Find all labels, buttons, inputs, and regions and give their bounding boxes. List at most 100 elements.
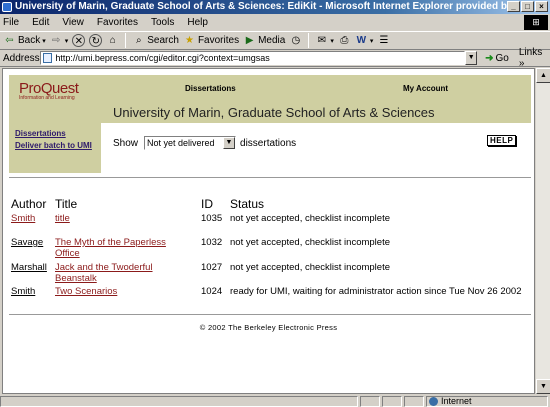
close-button[interactable]: ×	[535, 1, 548, 12]
history-button[interactable]: ◷	[289, 34, 302, 47]
status-cell	[404, 395, 424, 407]
refresh-icon: ↻	[89, 34, 103, 47]
address-input[interactable]: http://umi.bepress.com/cgi/editor.cgi?co…	[40, 51, 466, 65]
header-id: ID	[201, 197, 213, 211]
edit-dropdown-icon[interactable]: ▾	[370, 37, 374, 45]
status-filter-select[interactable]: Not yet delivered ▼	[144, 136, 237, 150]
status-filter-value: Not yet delivered	[147, 138, 215, 148]
header-author: Author	[11, 197, 47, 211]
menu-bar: File Edit View Favorites Tools Help ⊞	[0, 14, 550, 31]
window-controls: _ □ ×	[507, 1, 548, 12]
dissertation-id: 1027	[201, 262, 223, 273]
favorites-button[interactable]: ★ Favorites	[183, 34, 239, 47]
author-link[interactable]: Smith	[11, 286, 35, 297]
address-dropdown-button[interactable]: ▼	[465, 51, 478, 65]
dissertation-id: 1024	[201, 286, 223, 297]
search-label: Search	[147, 35, 179, 46]
print-button[interactable]: ⎙	[338, 34, 351, 47]
status-text	[0, 395, 358, 407]
divider	[9, 177, 531, 178]
author-link[interactable]: Smith	[11, 213, 35, 224]
title-link[interactable]: Two Scenarios	[55, 286, 117, 297]
address-url: http://umi.bepress.com/cgi/editor.cgi?co…	[55, 53, 270, 63]
media-button[interactable]: ▶ Media	[243, 34, 286, 47]
show-label: Show	[113, 137, 139, 149]
windows-logo-icon: ⊞	[524, 15, 548, 30]
sidebar-item-deliver-batch[interactable]: Deliver batch to UMI	[15, 141, 95, 150]
refresh-button[interactable]: ↻	[89, 34, 103, 47]
search-button[interactable]: ⌕ Search	[132, 34, 179, 47]
toolbar: ⇦ Back ▾ ⇨ ▾ ✕ ↻ ⌂ ⌕ Search ★ Favorites …	[0, 31, 550, 50]
stop-button[interactable]: ✕	[72, 34, 86, 47]
history-icon: ◷	[291, 35, 301, 46]
nav-my-account[interactable]: My Account	[403, 84, 448, 93]
divider	[9, 314, 531, 315]
help-button[interactable]: HELP	[487, 135, 517, 146]
back-button[interactable]: ⇦ Back ▾	[3, 34, 46, 47]
status-bar: Internet	[0, 395, 550, 407]
status-cell	[360, 395, 380, 407]
page-icon	[43, 53, 53, 63]
go-button[interactable]: ➜ Go	[485, 53, 509, 64]
back-label: Back	[18, 35, 41, 46]
toolbar-separator	[308, 33, 310, 48]
copyright-footer: © 2002 The Berkeley Electronic Press	[199, 323, 338, 332]
links-label: Links	[518, 47, 543, 58]
menu-file[interactable]: File	[3, 17, 19, 28]
menu-help[interactable]: Help	[187, 17, 208, 28]
edit-button[interactable]: W ▾	[355, 34, 374, 47]
filter-suffix: dissertations	[240, 137, 297, 149]
forward-dropdown-icon[interactable]: ▾	[65, 37, 69, 45]
window-title-bar: University of Marin, Graduate School of …	[0, 0, 550, 14]
menu-edit[interactable]: Edit	[32, 17, 49, 28]
page-viewport: ProQuest Information and Learning Disser…	[2, 68, 535, 394]
print-icon: ⎙	[340, 35, 349, 46]
media-icon: ▶	[245, 35, 254, 46]
scroll-down-button[interactable]: ▼	[536, 379, 550, 394]
search-icon: ⌕	[135, 35, 142, 46]
table-header: Author Title ID Status	[11, 197, 531, 213]
title-link[interactable]: The Myth of the Paperless Office	[55, 237, 166, 259]
dissertation-status: ready for UMI, waiting for administrator…	[230, 286, 522, 297]
nav-dissertations[interactable]: Dissertations	[185, 84, 236, 93]
links-button[interactable]: Links »	[519, 47, 550, 69]
filter-row: Show Not yet delivered ▼ dissertations	[113, 136, 296, 150]
mail-dropdown-icon[interactable]: ▾	[330, 37, 334, 45]
mail-icon: ✉	[317, 35, 327, 46]
toolbar-separator	[125, 33, 127, 48]
discuss-icon: ☰	[379, 35, 389, 46]
logo-subtitle: Information and Learning	[19, 95, 75, 101]
menu-favorites[interactable]: Favorites	[97, 17, 138, 28]
favorites-label: Favorites	[197, 35, 240, 46]
chevron-down-icon[interactable]: ▼	[223, 137, 236, 149]
maximize-button[interactable]: □	[521, 1, 534, 12]
home-button[interactable]: ⌂	[106, 34, 119, 47]
forward-arrow-icon: ⇨	[52, 35, 61, 46]
dissertation-status: not yet accepted, checklist incomplete	[230, 237, 391, 248]
discuss-button[interactable]: ☰	[377, 34, 390, 47]
minimize-button[interactable]: _	[507, 1, 520, 12]
title-link[interactable]: Jack and the Twoderful Beanstalk	[55, 262, 153, 284]
title-link[interactable]: title	[55, 213, 70, 224]
stop-icon: ✕	[72, 34, 86, 47]
ie-icon	[2, 2, 12, 12]
zone-label: Internet	[441, 396, 472, 406]
status-cell	[382, 395, 402, 407]
menu-view[interactable]: View	[62, 17, 84, 28]
security-zone: Internet	[426, 395, 548, 407]
back-dropdown-icon[interactable]: ▾	[42, 37, 46, 45]
mail-button[interactable]: ✉ ▾	[315, 34, 334, 47]
proquest-logo[interactable]: ProQuest Information and Learning	[19, 80, 99, 101]
go-arrow-icon: ➜	[485, 52, 494, 64]
sidebar-item-dissertations[interactable]: Dissertations	[15, 129, 95, 138]
scroll-up-button[interactable]: ▲	[536, 68, 550, 83]
address-bar: Address http://umi.bepress.com/cgi/edito…	[0, 47, 550, 69]
author-link[interactable]: Marshall	[11, 262, 47, 273]
forward-button[interactable]: ⇨ ▾	[50, 34, 69, 47]
author-link[interactable]: Savage	[11, 237, 43, 248]
menu-tools[interactable]: Tools	[151, 17, 174, 28]
dissertation-status: not yet accepted, checklist incomplete	[230, 213, 391, 224]
vertical-scrollbar[interactable]: ▲ ▼	[535, 68, 550, 394]
favorites-icon: ★	[184, 35, 194, 46]
page-header: ProQuest Information and Learning Disser…	[9, 75, 531, 123]
